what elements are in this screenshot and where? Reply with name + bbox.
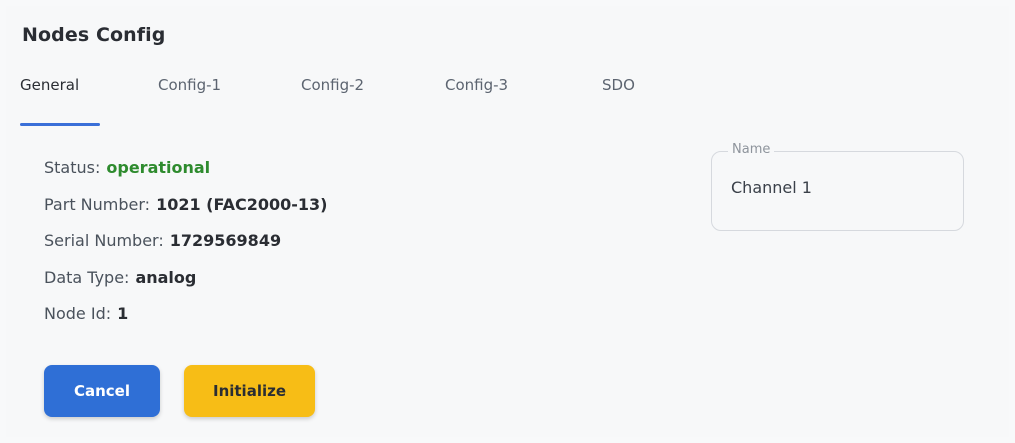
name-input[interactable]	[731, 178, 946, 197]
node-info: Status: operational Part Number: 1021 (FAC…	[44, 158, 327, 341]
serial-number-value: 1729569849	[169, 231, 282, 250]
page-title: Nodes Config	[22, 24, 166, 46]
name-field: Name	[711, 142, 964, 231]
status-value: operational	[106, 158, 211, 177]
part-number-value: 1021 (FAC2000-13)	[156, 194, 328, 214]
cancel-button[interactable]: Cancel	[44, 365, 160, 417]
status-label: Status:	[44, 158, 101, 177]
data-type-label: Data Type:	[44, 267, 130, 287]
initialize-button[interactable]: Initialize	[184, 365, 315, 417]
node-id-label: Node Id:	[44, 304, 112, 323]
part-number-label: Part Number:	[44, 194, 151, 214]
node-id-row: Node Id: 1	[44, 304, 327, 341]
serial-number-label: Serial Number:	[44, 231, 164, 250]
tab-config-2[interactable]: Config-2	[301, 76, 364, 94]
part-number-row: Part Number: 1021 (FAC2000-13)	[44, 195, 327, 232]
serial-number-row: Serial Number: 1729569849	[44, 231, 327, 268]
name-field-label: Name	[728, 142, 775, 157]
data-type-row: Data Type: analog	[44, 268, 327, 305]
nodes-config-panel: Nodes Config General Config-1 Config-2 C…	[6, 6, 1009, 437]
data-type-value: analog	[135, 267, 197, 287]
active-tab-indicator	[20, 123, 100, 126]
node-id-value: 1	[117, 304, 129, 323]
tab-config-1[interactable]: Config-1	[158, 76, 221, 94]
tab-general[interactable]: General	[20, 76, 79, 94]
tab-config-3[interactable]: Config-3	[445, 76, 508, 94]
tab-sdo[interactable]: SDO	[602, 76, 635, 94]
status-row: Status: operational	[44, 158, 327, 195]
